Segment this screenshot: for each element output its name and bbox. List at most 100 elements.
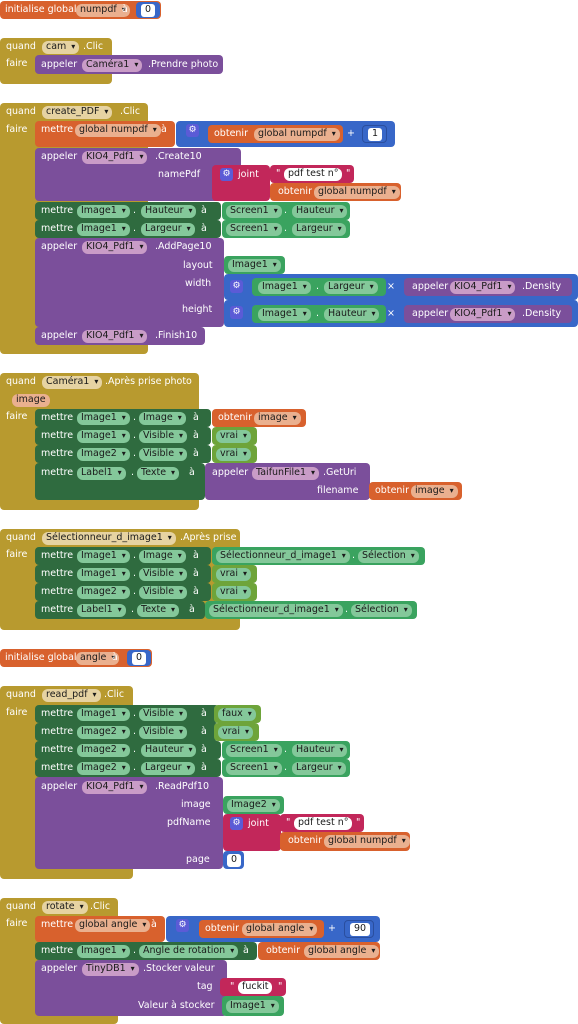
math-multiply-width[interactable]: ⚙ Image1 . Largeur × appeler KIO4_Pdf1 .… xyxy=(224,274,578,300)
text-string-block[interactable]: " pdf test n° " xyxy=(270,165,354,183)
call-kio4-readpdf[interactable]: appeler KIO4_Pdf1 .ReadPdf10 image pdfNa… xyxy=(35,777,223,869)
set-image1-rotation[interactable]: mettre Image1 . Angle de rotation à xyxy=(35,942,257,960)
property-dropdown[interactable]: Largeur xyxy=(141,762,195,775)
component-dropdown[interactable]: Image2 xyxy=(77,586,130,599)
component-dropdown[interactable]: Image1 xyxy=(77,550,130,563)
get-screen1-width[interactable]: Screen1 . Largeur xyxy=(222,759,350,777)
var-dropdown[interactable]: global angle xyxy=(75,919,151,932)
bool-dropdown[interactable]: vrai xyxy=(216,430,251,443)
component-dropdown[interactable]: Screen1 xyxy=(226,223,282,236)
number-block[interactable]: 90 xyxy=(344,920,374,938)
bool-dropdown[interactable]: faux xyxy=(218,708,256,721)
set-image1-visible[interactable]: mettre Image1 . Visible à xyxy=(35,705,219,723)
get-global-angle[interactable]: obtenir global angle xyxy=(199,920,324,938)
number-value[interactable]: 0 xyxy=(227,854,242,867)
property-dropdown[interactable]: Visible xyxy=(139,726,188,739)
component-dropdown[interactable]: Caméra1 xyxy=(42,376,103,389)
call-taifun-geturi[interactable]: appeler TaifunFile1 .GetUri filename xyxy=(205,463,370,500)
set-image1-visible[interactable]: mettre Image1 . Visible à xyxy=(35,565,211,583)
text-join-block[interactable]: ⚙ joint xyxy=(223,814,281,851)
component-dropdown[interactable]: Image1 xyxy=(77,430,130,443)
property-dropdown[interactable]: Largeur xyxy=(292,223,346,236)
set-image1-image[interactable]: mettre Image1 . Image à xyxy=(35,547,211,565)
event-param-image[interactable]: image xyxy=(12,394,50,407)
component-dropdown[interactable]: Sélectionneur_d_image1 xyxy=(216,550,350,563)
set-image1-width[interactable]: mettre Image1 . Largeur à xyxy=(35,220,221,238)
set-global-angle[interactable]: mettre global angle à xyxy=(35,916,165,942)
property-dropdown[interactable]: Visible xyxy=(139,568,188,581)
bool-dropdown[interactable]: vrai xyxy=(216,448,251,461)
component-dropdown[interactable]: cam xyxy=(42,41,80,54)
image1-component[interactable]: Image1 xyxy=(222,996,284,1016)
gear-icon[interactable]: ⚙ xyxy=(230,280,243,293)
property-dropdown[interactable]: Hauteur xyxy=(292,205,348,218)
component-dropdown[interactable]: KIO4_Pdf1 xyxy=(82,330,148,343)
get-global-numpdf[interactable]: obtenir global numpdf xyxy=(270,183,401,201)
bool-true[interactable]: vrai xyxy=(212,445,257,463)
component-dropdown[interactable]: Image2 xyxy=(77,744,130,757)
var-dropdown[interactable]: global angle xyxy=(242,923,318,936)
bool-true[interactable]: vrai xyxy=(214,723,259,741)
math-add-block[interactable]: ⚙ obtenir global angle + 90 xyxy=(166,916,380,942)
get-screen1-height[interactable]: Screen1 . Hauteur xyxy=(222,741,350,759)
gear-icon[interactable]: ⚙ xyxy=(230,817,243,830)
get-image[interactable]: obtenir image xyxy=(212,409,306,427)
init-global-numpdf-block[interactable]: initialise global numpdf à 0 xyxy=(0,1,161,19)
component-dropdown[interactable]: TinyDB1 xyxy=(82,963,139,976)
component-dropdown[interactable]: Screen1 xyxy=(226,762,282,775)
gear-icon[interactable]: ⚙ xyxy=(230,306,243,319)
set-image2-visible[interactable]: mettre Image2 . Visible à xyxy=(35,723,219,741)
component-dropdown[interactable]: rotate xyxy=(42,901,88,914)
get-global-angle[interactable]: obtenir global angle xyxy=(258,942,380,960)
string-value[interactable]: pdf test n° xyxy=(294,817,353,830)
var-dropdown[interactable]: global numpdf xyxy=(254,128,340,141)
number-value[interactable]: 0 xyxy=(141,4,156,17)
component-dropdown[interactable]: Caméra1 xyxy=(82,59,143,72)
string-value[interactable]: pdf test n° xyxy=(284,168,343,181)
var-dropdown[interactable]: image xyxy=(411,485,458,498)
component-dropdown[interactable]: Sélectionneur_d_image1 xyxy=(42,532,176,545)
get-global-numpdf[interactable]: obtenir global numpdf xyxy=(280,832,410,851)
text-string-block[interactable]: " fuckit " xyxy=(220,978,286,996)
property-dropdown[interactable]: Hauteur xyxy=(324,308,380,321)
property-dropdown[interactable]: Largeur xyxy=(292,762,346,775)
component-dropdown[interactable]: Image1 xyxy=(77,223,130,236)
number-value[interactable]: 1 xyxy=(368,128,383,141)
set-image1-height[interactable]: mettre Image1 . Hauteur à xyxy=(35,202,221,220)
component-dropdown[interactable]: Screen1 xyxy=(226,205,282,218)
number-block[interactable]: 1 xyxy=(362,125,387,143)
component-dropdown[interactable]: Image1 xyxy=(77,412,130,425)
gear-icon[interactable]: ⚙ xyxy=(186,124,199,137)
component-dropdown[interactable]: Image1 xyxy=(258,308,311,321)
get-image1-height[interactable]: Image1 . Hauteur xyxy=(252,305,386,323)
get-imagepicker-selection[interactable]: Sélectionneur_d_image1 . Sélection xyxy=(205,601,417,619)
call-kio4-density[interactable]: appeler KIO4_Pdf1 .Density xyxy=(404,278,572,296)
component-dropdown[interactable]: Image2 xyxy=(77,726,130,739)
component-dropdown[interactable]: Image1 xyxy=(258,281,311,294)
component-dropdown[interactable]: KIO4_Pdf1 xyxy=(450,281,516,294)
component-dropdown[interactable]: TaifunFile1 xyxy=(252,467,320,480)
var-dropdown[interactable]: global angle xyxy=(304,945,380,958)
get-screen1-height[interactable]: Screen1 . Hauteur xyxy=(222,202,350,220)
set-label1-text[interactable]: mettre Label1 . Texte à xyxy=(35,463,205,500)
bool-false[interactable]: faux xyxy=(214,705,261,723)
property-dropdown[interactable]: Hauteur xyxy=(292,744,348,757)
var-dropdown[interactable]: global numpdf xyxy=(75,124,161,137)
text-string-block[interactable]: " pdf test n° " xyxy=(280,814,364,832)
image2-component[interactable]: Image2 xyxy=(223,796,284,814)
property-dropdown[interactable]: Texte xyxy=(137,604,180,617)
bool-dropdown[interactable]: vrai xyxy=(216,586,251,599)
component-dropdown[interactable]: Sélectionneur_d_image1 xyxy=(209,604,343,617)
number-value[interactable]: 0 xyxy=(132,652,147,665)
init-global-angle-block[interactable]: initialise global angle à 0 xyxy=(0,649,152,667)
component-dropdown[interactable]: Image1 xyxy=(77,945,130,958)
component-dropdown[interactable]: Screen1 xyxy=(226,744,282,757)
call-tinydb-store[interactable]: appeler TinyDB1 .Stocker valeur tag Vale… xyxy=(35,960,227,1016)
number-block[interactable]: 0 xyxy=(136,2,160,18)
property-dropdown[interactable]: Largeur xyxy=(141,223,195,236)
component-dropdown[interactable]: read_pdf xyxy=(42,689,101,702)
set-image2-visible[interactable]: mettre Image2 . Visible à xyxy=(35,445,211,463)
component-dropdown[interactable]: Image1 xyxy=(77,205,130,218)
number-value[interactable]: 90 xyxy=(350,923,371,936)
text-join-block[interactable]: ⚙ joint xyxy=(212,165,270,201)
